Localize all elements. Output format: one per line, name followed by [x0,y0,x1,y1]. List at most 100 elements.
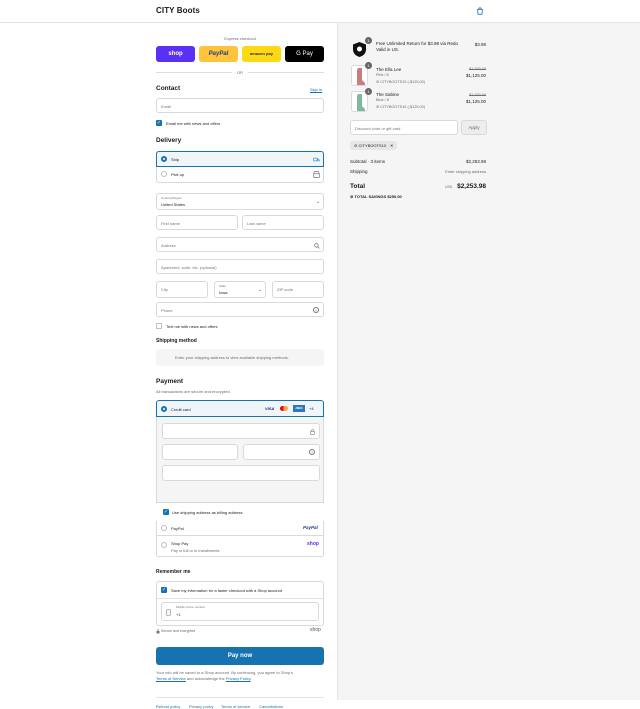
ella-lee-variant: Pink / 8 [376,73,389,77]
shipping-method-title: Shipping method [156,338,197,344]
city-field[interactable]: City [156,281,208,298]
amazon-pay-button[interactable]: amazon pay [242,46,281,62]
apartment-field[interactable]: Apartment, suite, etc. (optional) [156,259,324,274]
terms-text: Your info will be saved to a Shop accoun… [156,670,324,682]
card-number-field[interactable] [162,423,320,439]
divider-right [248,72,324,73]
help-icon[interactable]: ? [313,307,319,313]
divider-left [156,72,232,73]
discount-code-input[interactable]: Discount code or gift card [350,120,458,135]
mobile-phone-field[interactable]: Mobile phone number +1 [161,602,319,621]
shipping-method-notice: Enter your shipping address to view avai… [156,349,324,366]
chevron-down-icon: ⌄ [258,287,263,293]
sabine-variant: Blue / 8 [376,98,389,102]
phone-placeholder: Phone [161,308,173,313]
save-info-label: Save my information for a faster checkou… [171,588,282,593]
mobile-value: +1 [176,612,181,617]
paypal-button[interactable]: PayPal [199,46,238,62]
phone-field[interactable]: Phone ? [156,302,324,317]
remember-me-title: Remember me [156,569,191,575]
secure-label: Secure and encrypted [161,629,196,633]
credit-card-option[interactable]: Credit card VISA AMEX +4 [156,400,324,417]
ship-label: Ship [171,157,180,162]
quantity-badge: 1 [365,37,372,44]
privacy-policy-link[interactable]: Privacy Policy [226,676,251,681]
store-brand[interactable]: CITY Boots [156,6,200,15]
shop-pay-subtitle: Pay in full or in installments [171,548,220,553]
shop-logo: shop [310,627,321,633]
shop-pay-button[interactable]: shop [156,46,195,62]
express-checkout-title: Express checkout [224,36,256,41]
address-field[interactable]: Address [156,237,324,252]
text-news-checkbox[interactable] [156,323,162,329]
more-cards-label: +4 [309,406,314,411]
terms-end: . [250,676,252,681]
card-details-panel: ? ✓ Use shipping address as billing addr… [156,417,324,515]
google-pay-button[interactable]: G Pay [285,46,324,62]
terms-intro: Your info will be saved to a Shop accoun… [156,670,293,675]
name-on-card-field[interactable] [162,465,320,481]
ship-option[interactable]: Ship [156,151,324,167]
email-news-checkbox[interactable]: ✓ [156,120,162,126]
apply-button[interactable]: Apply [461,120,487,135]
country-select[interactable]: Country/Region United States ⌄ [156,193,324,210]
contact-title: Contact [156,85,181,92]
discount-code-tag: ⊘ CITYBOOTS10 ✕ [350,141,398,150]
security-code-field[interactable]: ? [243,444,320,460]
zip-field[interactable]: ZIP code [272,281,324,298]
first-name-field[interactable]: First name [156,215,238,230]
mobile-label: Mobile phone number [176,605,206,609]
footer-privacy-link[interactable]: Privacy policy [189,704,213,709]
billing-label: Use shipping address as billing address [172,510,243,515]
paypal-option[interactable]: PayPal PayPal [156,521,324,536]
ella-lee-name: The Ella Lee [376,67,402,72]
credit-card-label: Credit card [171,407,191,412]
country-value: United States [161,202,186,207]
shop-pay-option[interactable]: Shop Pay Pay in full or in installments … [156,536,324,557]
zip-placeholder: ZIP code [277,287,293,292]
first-name-placeholder: First name [161,221,180,226]
ella-lee-discount: ⊘ CITYBOOTS10 (-$125.00) [376,79,425,84]
paypal-radio[interactable] [161,525,167,531]
ship-radio[interactable] [161,156,167,162]
sabine-old-price: $1,250.00 [469,93,486,97]
ella-lee-old-price: $1,250.00 [469,67,486,71]
close-icon[interactable]: ✕ [390,143,393,148]
help-icon[interactable]: ? [309,449,315,455]
savings-label: TOTAL SAVINGS [354,194,387,199]
amex-icon: AMEX [293,405,305,412]
state-select[interactable]: State Iowa ⌄ [214,281,266,298]
total-value: $2,253.98 [457,183,486,190]
terms-mid: and acknowledge the [185,676,226,681]
save-info-checkbox[interactable]: ✓ [161,587,167,593]
lock-icon [310,429,315,435]
truck-icon [313,157,320,162]
shipping-label: Shipping [350,169,368,174]
shopping-bag-icon[interactable] [476,7,484,15]
phone-icon [166,609,171,616]
shop-pay-radio[interactable] [161,542,167,548]
billing-checkbox[interactable]: ✓ [163,509,169,515]
sign-in-link[interactable]: Sign in [310,87,322,92]
or-divider: OR [237,70,243,75]
sabine-name: The Sabine [376,92,400,97]
last-name-field[interactable]: Last name [242,215,324,230]
pay-now-button[interactable]: Pay now [156,647,324,665]
search-icon [314,243,320,249]
footer-cancellations-link[interactable]: Cancellations [259,704,283,709]
pickup-radio[interactable] [161,171,167,177]
shop-pay-logo: shop [307,541,319,547]
terms-of-service-link[interactable]: Terms of Service [156,676,186,681]
chevron-down-icon: ⌄ [316,199,321,205]
quantity-badge: 1 [365,62,372,69]
footer-terms-link[interactable]: Terms of service [221,704,250,709]
order-summary: 1 Free Unlimited Return for $3.98 via Re… [337,23,640,700]
remember-me-panel: ✓ Save my information for a faster check… [156,581,324,626]
apartment-placeholder: Apartment, suite, etc. (optional) [161,265,217,270]
credit-card-radio[interactable] [161,406,167,412]
footer-refund-link[interactable]: Refund policy [156,704,180,709]
email-field[interactable]: Email [156,98,324,113]
shield-icon [353,42,366,57]
expiry-field[interactable] [162,444,238,460]
pickup-option[interactable]: Pick up [156,167,324,183]
